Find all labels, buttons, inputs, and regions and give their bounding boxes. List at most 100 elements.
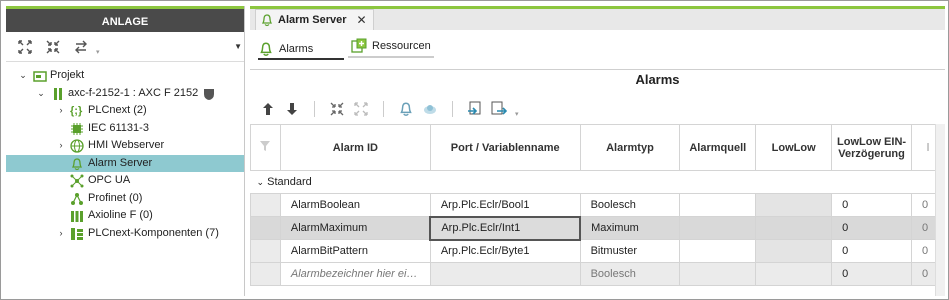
cell-port[interactable]: Arp.Plc.Eclr/Byte1 xyxy=(429,239,581,263)
subtab-alarms[interactable]: Alarms xyxy=(258,40,344,60)
expand-all-icon[interactable] xyxy=(16,38,34,56)
tree-item-iec[interactable]: IEC 61131-3 xyxy=(6,120,244,138)
panel-menu-chevron-icon[interactable]: ▼ xyxy=(234,42,242,51)
chevron-right-icon[interactable]: › xyxy=(56,225,66,243)
tree-item-opcua[interactable]: OPC UA xyxy=(6,172,244,190)
subtab-label: Alarms xyxy=(279,43,314,55)
cell-alarm-id[interactable]: AlarmMaximum xyxy=(279,216,431,240)
cell-alarmquelle[interactable] xyxy=(679,262,757,286)
tree-toolbar: ▾ ▼ xyxy=(6,32,244,62)
arrow-down-icon[interactable] xyxy=(284,101,300,117)
chevron-down-icon[interactable]: ⌄ xyxy=(36,85,46,103)
arrow-up-icon[interactable] xyxy=(260,101,276,117)
chevron-right-icon[interactable]: › xyxy=(56,102,66,120)
cell-lowlow-delay[interactable]: 0 xyxy=(831,262,913,286)
row-selector[interactable] xyxy=(250,239,281,263)
column-header-alarmquelle[interactable]: Alarmquell xyxy=(679,124,757,171)
window-frame: ANLAGE ▾ ▼ ⌄ Projekt ⌄ axc-f-2152-1: AX… xyxy=(0,0,949,300)
tree-item-label: OPC UA xyxy=(88,174,131,186)
cell-alarm-id[interactable]: AlarmBoolean xyxy=(279,193,431,217)
cell-lowlow[interactable] xyxy=(755,216,833,240)
add-alarm-icon[interactable] xyxy=(398,101,414,117)
filter-icon[interactable] xyxy=(259,140,271,152)
cell-alarm-id-placeholder[interactable]: Alarmbezeichner hier ei… xyxy=(279,262,431,286)
tree-item-plcnext[interactable]: › {;} PLCnext (2) xyxy=(6,102,244,120)
cell-lowlow[interactable] xyxy=(755,193,833,217)
collapse-all-icon[interactable] xyxy=(44,38,62,56)
filter-header-cell[interactable] xyxy=(250,124,281,171)
group-cell[interactable]: ⌄ Standard xyxy=(250,170,945,194)
table-row[interactable]: AlarmBoolean Arp.Plc.Eclr/Bool1 Boolesch… xyxy=(250,193,945,217)
tree-item-label: Profinet (0) xyxy=(88,191,143,204)
collapse-all-icon[interactable] xyxy=(329,101,345,117)
subtab-ressourcen[interactable]: Ressourcen xyxy=(348,38,434,58)
tree-item-komponenten[interactable]: › PLCnext-Komponenten (7) xyxy=(6,225,244,243)
column-header-lowlow-delay[interactable]: LowLow EIN-Verzögerung xyxy=(831,124,913,171)
cell-alarmquelle[interactable] xyxy=(679,193,757,217)
vertical-scrollbar[interactable] xyxy=(935,124,945,296)
tree-item-alarm-server[interactable]: Alarm Server xyxy=(6,154,244,172)
column-header-port[interactable]: Port / Variablenname xyxy=(429,124,581,171)
subtab-label: Ressourcen xyxy=(372,40,431,52)
table-row[interactable]: AlarmMaximum Arp.Plc.Eclr/Int1 Maximum 0… xyxy=(250,215,945,241)
cell-port[interactable]: Arp.Plc.Eclr/Int1 xyxy=(429,215,582,241)
tree-item-controller[interactable]: ⌄ axc-f-2152-1 : AXC F 2152 xyxy=(6,85,244,103)
cell-alarmtyp[interactable]: Boolesch xyxy=(579,193,681,217)
row-selector[interactable] xyxy=(250,216,281,240)
cell-port[interactable]: Arp.Plc.Eclr/Bool1 xyxy=(429,193,581,217)
tree-item-label: Alarm Server xyxy=(88,156,153,169)
tree-item-label: axc-f-2152-1 : AXC F 2152 xyxy=(68,86,199,99)
group-row[interactable]: ⌄ Standard xyxy=(250,170,945,194)
expand-all-icon[interactable] xyxy=(353,101,369,117)
toolbar-overflow-icon[interactable]: ▾ xyxy=(515,110,519,118)
cell-alarmquelle[interactable] xyxy=(679,239,757,263)
table-row[interactable]: AlarmBitPattern Arp.Plc.Eclr/Byte1 Bitmu… xyxy=(250,239,945,263)
new-row[interactable]: Alarmbezeichner hier ei… Boolesch 0 0 xyxy=(250,262,945,286)
shield-icon xyxy=(204,88,214,100)
column-header-lowlow[interactable]: LowLow xyxy=(755,124,833,171)
tree-item-label: PLCnext (2) xyxy=(88,104,147,116)
bell-icon xyxy=(261,14,273,27)
cell-alarmtyp[interactable]: Maximum xyxy=(579,216,681,240)
cell-lowlow-delay[interactable]: 0 xyxy=(831,216,913,240)
toolbar-separator xyxy=(383,101,384,117)
import-icon[interactable] xyxy=(467,101,483,117)
cell-alarm-id[interactable]: AlarmBitPattern xyxy=(279,239,431,263)
cell-lowlow[interactable] xyxy=(755,262,833,286)
column-header-alarmtyp[interactable]: Alarmtyp xyxy=(579,124,681,171)
chevron-down-icon[interactable]: ⌄ xyxy=(257,177,265,187)
tree-item-axioline[interactable]: Axioline F (0) xyxy=(6,207,244,225)
cell-alarmquelle[interactable] xyxy=(679,216,757,240)
editor-tabbar: Alarm Server ✕ xyxy=(250,6,945,30)
alarm-grid: Alarm ID Port / Variablenname Alarmtyp A… xyxy=(250,124,945,286)
group-label: Standard xyxy=(267,176,312,188)
tree-item-projekt[interactable]: ⌄ Projekt xyxy=(6,67,244,85)
tree-item-profinet[interactable]: Profinet (0) xyxy=(6,190,244,208)
export-icon[interactable] xyxy=(491,101,507,117)
editor-panel: Alarm Server ✕ Alarms Ressourcen Alarms xyxy=(250,6,945,296)
components-icon xyxy=(71,227,83,240)
bell-icon xyxy=(260,42,272,56)
grid-header-row: Alarm ID Port / Variablenname Alarmtyp A… xyxy=(250,124,945,171)
alarm-cloud-icon[interactable] xyxy=(422,101,438,117)
network-icon xyxy=(70,174,84,188)
tree-item-hmi[interactable]: › HMI Webserver xyxy=(6,137,244,155)
tree-item-label: Projekt xyxy=(50,69,85,81)
cell-lowlow-delay[interactable]: 0 xyxy=(831,239,913,263)
toolbar-overflow-icon[interactable]: ▾ xyxy=(96,48,100,56)
cell-lowlow-delay[interactable]: 0 xyxy=(831,193,913,217)
close-icon[interactable]: ✕ xyxy=(357,13,367,27)
cell-lowlow[interactable] xyxy=(755,239,833,263)
chevron-down-icon[interactable]: ⌄ xyxy=(18,67,28,85)
tab-label: Alarm Server xyxy=(278,14,347,26)
cell-alarmtyp[interactable]: Bitmuster xyxy=(579,239,681,263)
chevron-right-icon[interactable]: › xyxy=(56,137,66,155)
sync-icon[interactable] xyxy=(72,38,90,56)
cell-alarmtyp[interactable]: Boolesch xyxy=(579,262,681,286)
row-selector[interactable] xyxy=(250,262,281,286)
cell-port[interactable] xyxy=(429,262,581,286)
grid-toolbar: ▾ xyxy=(260,98,519,120)
tab-alarm-server[interactable]: Alarm Server ✕ xyxy=(255,9,374,30)
row-selector[interactable] xyxy=(250,193,281,217)
column-header-alarm-id[interactable]: Alarm ID xyxy=(279,124,431,171)
